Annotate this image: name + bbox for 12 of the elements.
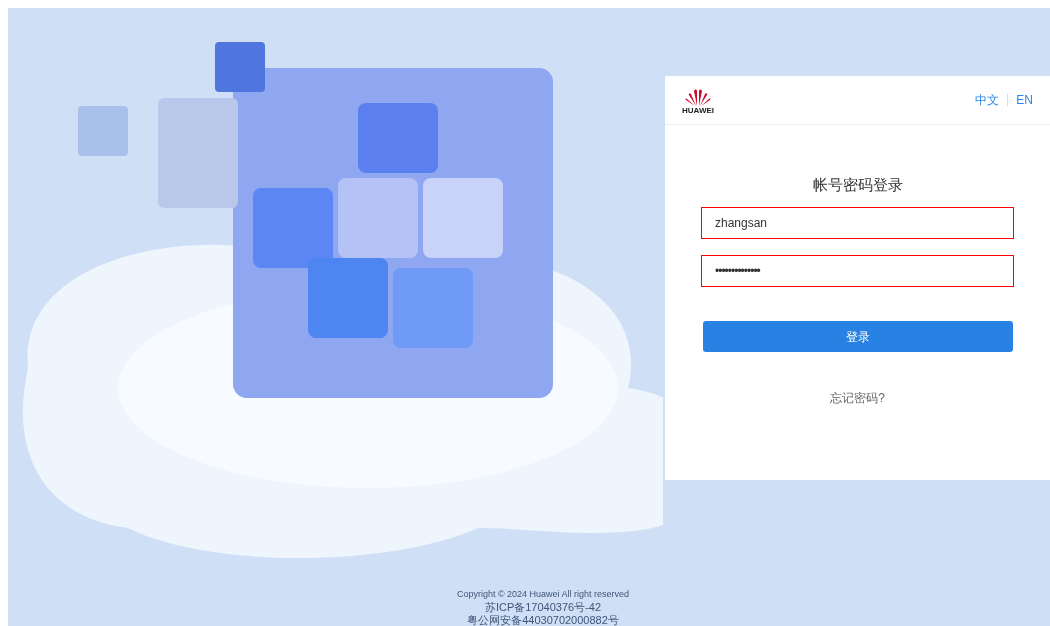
login-button[interactable]: 登录 bbox=[702, 321, 1013, 352]
registration-number[interactable]: 苏ICP备17040376号-42 bbox=[484, 601, 602, 614]
language-link[interactable]: 中文 bbox=[975, 91, 1000, 109]
registration-number[interactable]: 粤公网安备44030702000882号 bbox=[467, 614, 619, 626]
logo-wordmark: HUAWEI bbox=[682, 107, 714, 115]
username-field[interactable]: zhangsan bbox=[701, 207, 1014, 239]
language-link[interactable]: EN bbox=[1016, 91, 1033, 109]
copyright-text: Copyright © 2024 Huawei All right reserved bbox=[456, 588, 630, 601]
login-title: 帐号密码登录 bbox=[812, 176, 903, 194]
forgot-password-link[interactable]: 忘记密码? bbox=[830, 389, 885, 407]
flower-logo-icon bbox=[685, 89, 711, 107]
password-field[interactable]: •••••••••••••• bbox=[701, 255, 1014, 287]
